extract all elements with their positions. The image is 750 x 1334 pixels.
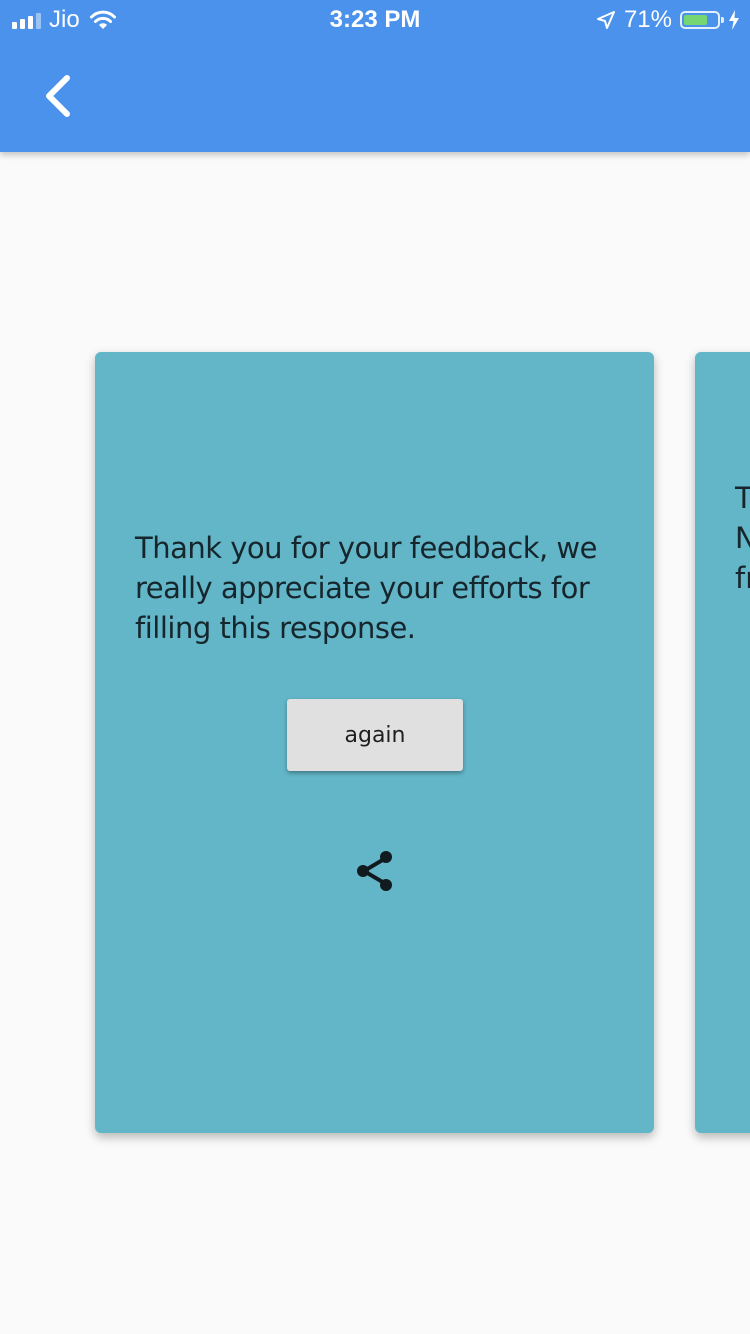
screen: Jio 3:23 PM 71% Thank you for your feedb… bbox=[0, 0, 750, 1334]
status-bar: Jio 3:23 PM 71% bbox=[0, 0, 750, 40]
battery-fill bbox=[684, 15, 707, 25]
battery-icon bbox=[680, 11, 724, 29]
status-right: 71% bbox=[596, 6, 740, 34]
charging-bolt-icon bbox=[729, 10, 739, 30]
feedback-card: Thank you for your feedback, we really a… bbox=[95, 352, 654, 1133]
next-card-peek[interactable]: T N fr bbox=[695, 352, 750, 1133]
back-button[interactable] bbox=[28, 66, 88, 126]
location-arrow-icon bbox=[596, 11, 615, 29]
next-card-text: T N fr bbox=[735, 481, 750, 595]
share-icon[interactable] bbox=[355, 850, 395, 892]
battery-cap bbox=[721, 17, 724, 23]
app-bar: Jio 3:23 PM 71% bbox=[0, 0, 750, 152]
battery-percent: 71% bbox=[623, 6, 672, 33]
again-button[interactable]: again bbox=[287, 699, 463, 771]
thank-you-message: Thank you for your feedback, we really a… bbox=[135, 531, 598, 645]
chevron-left-icon bbox=[46, 75, 70, 117]
